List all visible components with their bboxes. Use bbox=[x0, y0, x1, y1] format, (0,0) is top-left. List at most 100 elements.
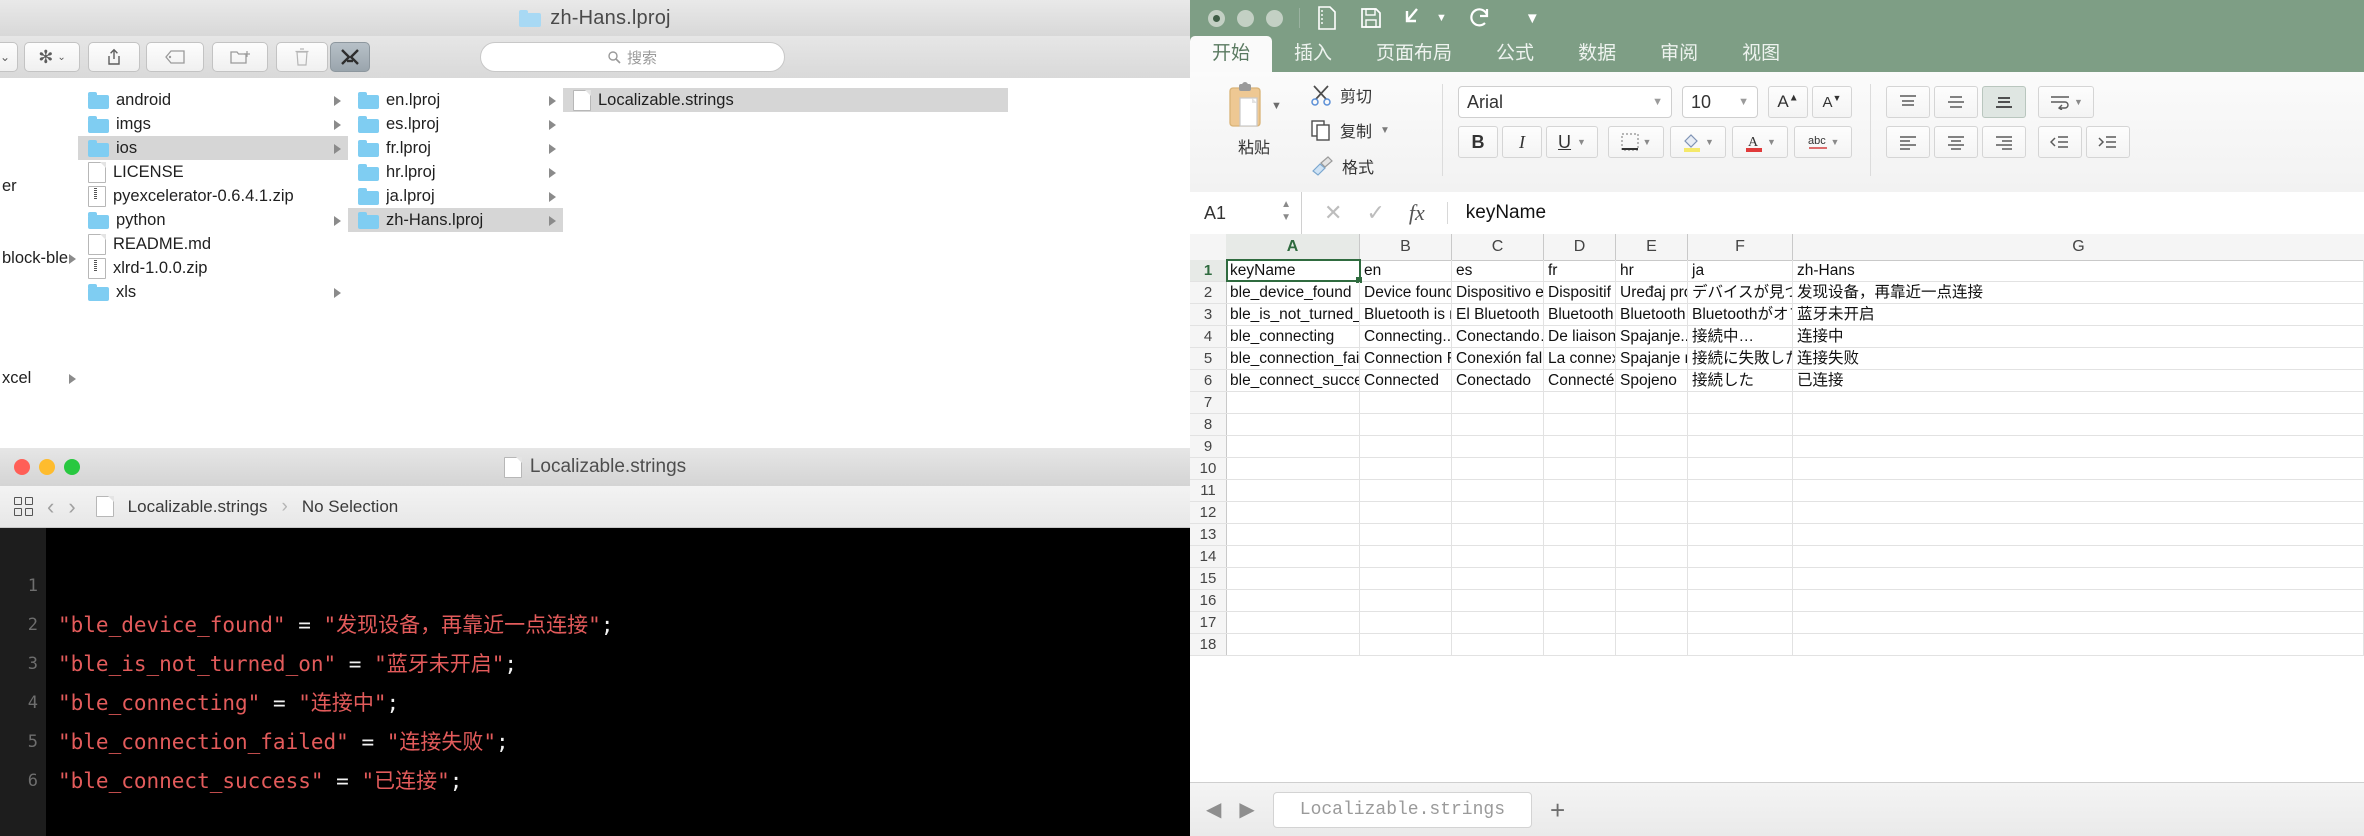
xcode-app-button[interactable] bbox=[330, 42, 370, 72]
search-input[interactable]: 搜索 bbox=[480, 42, 785, 72]
cell[interactable]: Spajanje... bbox=[1616, 326, 1688, 347]
column-header-a[interactable]: A bbox=[1226, 234, 1360, 260]
cell[interactable] bbox=[1360, 480, 1452, 501]
cell[interactable] bbox=[1360, 524, 1452, 545]
table-row[interactable] bbox=[1226, 524, 2364, 546]
cell[interactable] bbox=[1616, 568, 1688, 589]
tab-page-layout[interactable]: 页面布局 bbox=[1354, 36, 1474, 72]
cell[interactable]: Spojeno bbox=[1616, 370, 1688, 391]
cell[interactable] bbox=[1360, 414, 1452, 435]
customize-caret-icon[interactable]: ▼ bbox=[1525, 10, 1540, 27]
list-item[interactable]: block-ble bbox=[0, 246, 78, 270]
wrap-text-button[interactable]: ▼ bbox=[2038, 86, 2094, 118]
table-row[interactable] bbox=[1226, 480, 2364, 502]
cell[interactable] bbox=[1793, 568, 2364, 589]
cell[interactable] bbox=[1793, 502, 2364, 523]
cell[interactable] bbox=[1452, 524, 1544, 545]
cell[interactable] bbox=[1452, 568, 1544, 589]
list-item[interactable]: zh-Hans.lproj bbox=[348, 208, 563, 232]
cell[interactable] bbox=[1688, 458, 1793, 479]
cell[interactable] bbox=[1616, 502, 1688, 523]
cell[interactable] bbox=[1793, 590, 2364, 611]
show-navigator-icon[interactable] bbox=[14, 497, 33, 516]
cell[interactable] bbox=[1544, 436, 1616, 457]
list-item[interactable]: es.lproj bbox=[348, 112, 563, 136]
cell[interactable] bbox=[1360, 546, 1452, 567]
cell[interactable]: 接続中… bbox=[1688, 326, 1793, 347]
next-sheet-icon[interactable]: ▶ bbox=[1239, 797, 1254, 822]
cell[interactable]: Conectado bbox=[1452, 370, 1544, 391]
tab-formulas[interactable]: 公式 bbox=[1474, 36, 1556, 72]
cell[interactable] bbox=[1688, 590, 1793, 611]
redo-icon[interactable] bbox=[1469, 7, 1491, 29]
cell[interactable] bbox=[1226, 414, 1360, 435]
row-header[interactable]: 9 bbox=[1190, 436, 1226, 458]
cell[interactable] bbox=[1793, 458, 2364, 479]
cell[interactable] bbox=[1544, 414, 1616, 435]
cell[interactable] bbox=[1544, 502, 1616, 523]
table-row[interactable] bbox=[1226, 414, 2364, 436]
cell[interactable] bbox=[1688, 546, 1793, 567]
align-center-button[interactable] bbox=[1934, 126, 1978, 158]
cell[interactable] bbox=[1544, 612, 1616, 633]
cell[interactable] bbox=[1360, 590, 1452, 611]
cell[interactable] bbox=[1226, 524, 1360, 545]
cell[interactable] bbox=[1616, 392, 1688, 413]
list-item[interactable]: android bbox=[78, 88, 348, 112]
column-header-g[interactable]: G bbox=[1793, 234, 2364, 260]
cell[interactable]: Device found. F bbox=[1360, 282, 1452, 303]
cell[interactable] bbox=[1688, 414, 1793, 435]
cell[interactable] bbox=[1688, 502, 1793, 523]
cell[interactable] bbox=[1226, 436, 1360, 457]
cell[interactable] bbox=[1544, 458, 1616, 479]
confirm-icon[interactable]: ✓ bbox=[1366, 200, 1384, 226]
cell[interactable]: Dispositivo en bbox=[1452, 282, 1544, 303]
list-item[interactable]: xls bbox=[78, 280, 348, 304]
cell[interactable]: Uređaj pron bbox=[1616, 282, 1688, 303]
increase-font-button[interactable]: A▲ bbox=[1768, 86, 1808, 118]
decrease-indent-button[interactable] bbox=[2038, 126, 2082, 158]
cell[interactable] bbox=[1793, 634, 2364, 655]
tag-button[interactable] bbox=[146, 42, 204, 72]
cell[interactable] bbox=[1616, 414, 1688, 435]
new-folder-button[interactable] bbox=[212, 42, 268, 72]
maximize-button[interactable] bbox=[64, 459, 80, 475]
cell[interactable] bbox=[1616, 590, 1688, 611]
cell[interactable]: ble_is_not_turned_on bbox=[1226, 304, 1360, 325]
cell[interactable] bbox=[1544, 546, 1616, 567]
row-header[interactable]: 15 bbox=[1190, 568, 1226, 590]
cell[interactable]: Conexión fallid bbox=[1452, 348, 1544, 369]
cell[interactable] bbox=[1688, 436, 1793, 457]
maximize-button[interactable] bbox=[1266, 9, 1283, 27]
row-header[interactable]: 14 bbox=[1190, 546, 1226, 568]
row-header[interactable]: 5 bbox=[1190, 348, 1226, 370]
close-button[interactable] bbox=[1208, 9, 1225, 27]
column-header-b[interactable]: B bbox=[1360, 234, 1452, 260]
cell[interactable] bbox=[1688, 524, 1793, 545]
italic-button[interactable]: I bbox=[1502, 126, 1542, 158]
back-forward-button[interactable]: ⌄ bbox=[0, 42, 18, 72]
list-item[interactable]: xcel bbox=[0, 366, 78, 390]
cell[interactable] bbox=[1226, 612, 1360, 633]
minimize-button[interactable] bbox=[39, 459, 55, 475]
cell[interactable]: Bluetooth ni bbox=[1616, 304, 1688, 325]
breadcrumb-file[interactable]: Localizable.strings bbox=[128, 497, 268, 517]
list-item[interactable]: xlrd-1.0.0.zip bbox=[78, 256, 348, 280]
cell[interactable]: デバイスが見つ bbox=[1688, 282, 1793, 303]
increase-indent-button[interactable] bbox=[2086, 126, 2130, 158]
name-box[interactable]: A1 ▲ ▼ bbox=[1190, 192, 1302, 234]
cell[interactable] bbox=[1793, 612, 2364, 633]
chevron-down-icon[interactable]: ▼ bbox=[1271, 100, 1282, 112]
cell[interactable]: ble_connect_success bbox=[1226, 370, 1360, 391]
cell[interactable] bbox=[1688, 480, 1793, 501]
cell[interactable] bbox=[1544, 480, 1616, 501]
cell[interactable] bbox=[1544, 524, 1616, 545]
table-row[interactable] bbox=[1226, 546, 2364, 568]
list-item[interactable]: python bbox=[78, 208, 348, 232]
font-size-select[interactable]: 10 ▼ bbox=[1682, 86, 1758, 118]
cell[interactable] bbox=[1226, 392, 1360, 413]
cell[interactable]: Spajanje ne bbox=[1616, 348, 1688, 369]
row-header[interactable]: 6 bbox=[1190, 370, 1226, 392]
formula-input[interactable]: keyName bbox=[1466, 202, 1546, 224]
cell[interactable] bbox=[1793, 480, 2364, 501]
